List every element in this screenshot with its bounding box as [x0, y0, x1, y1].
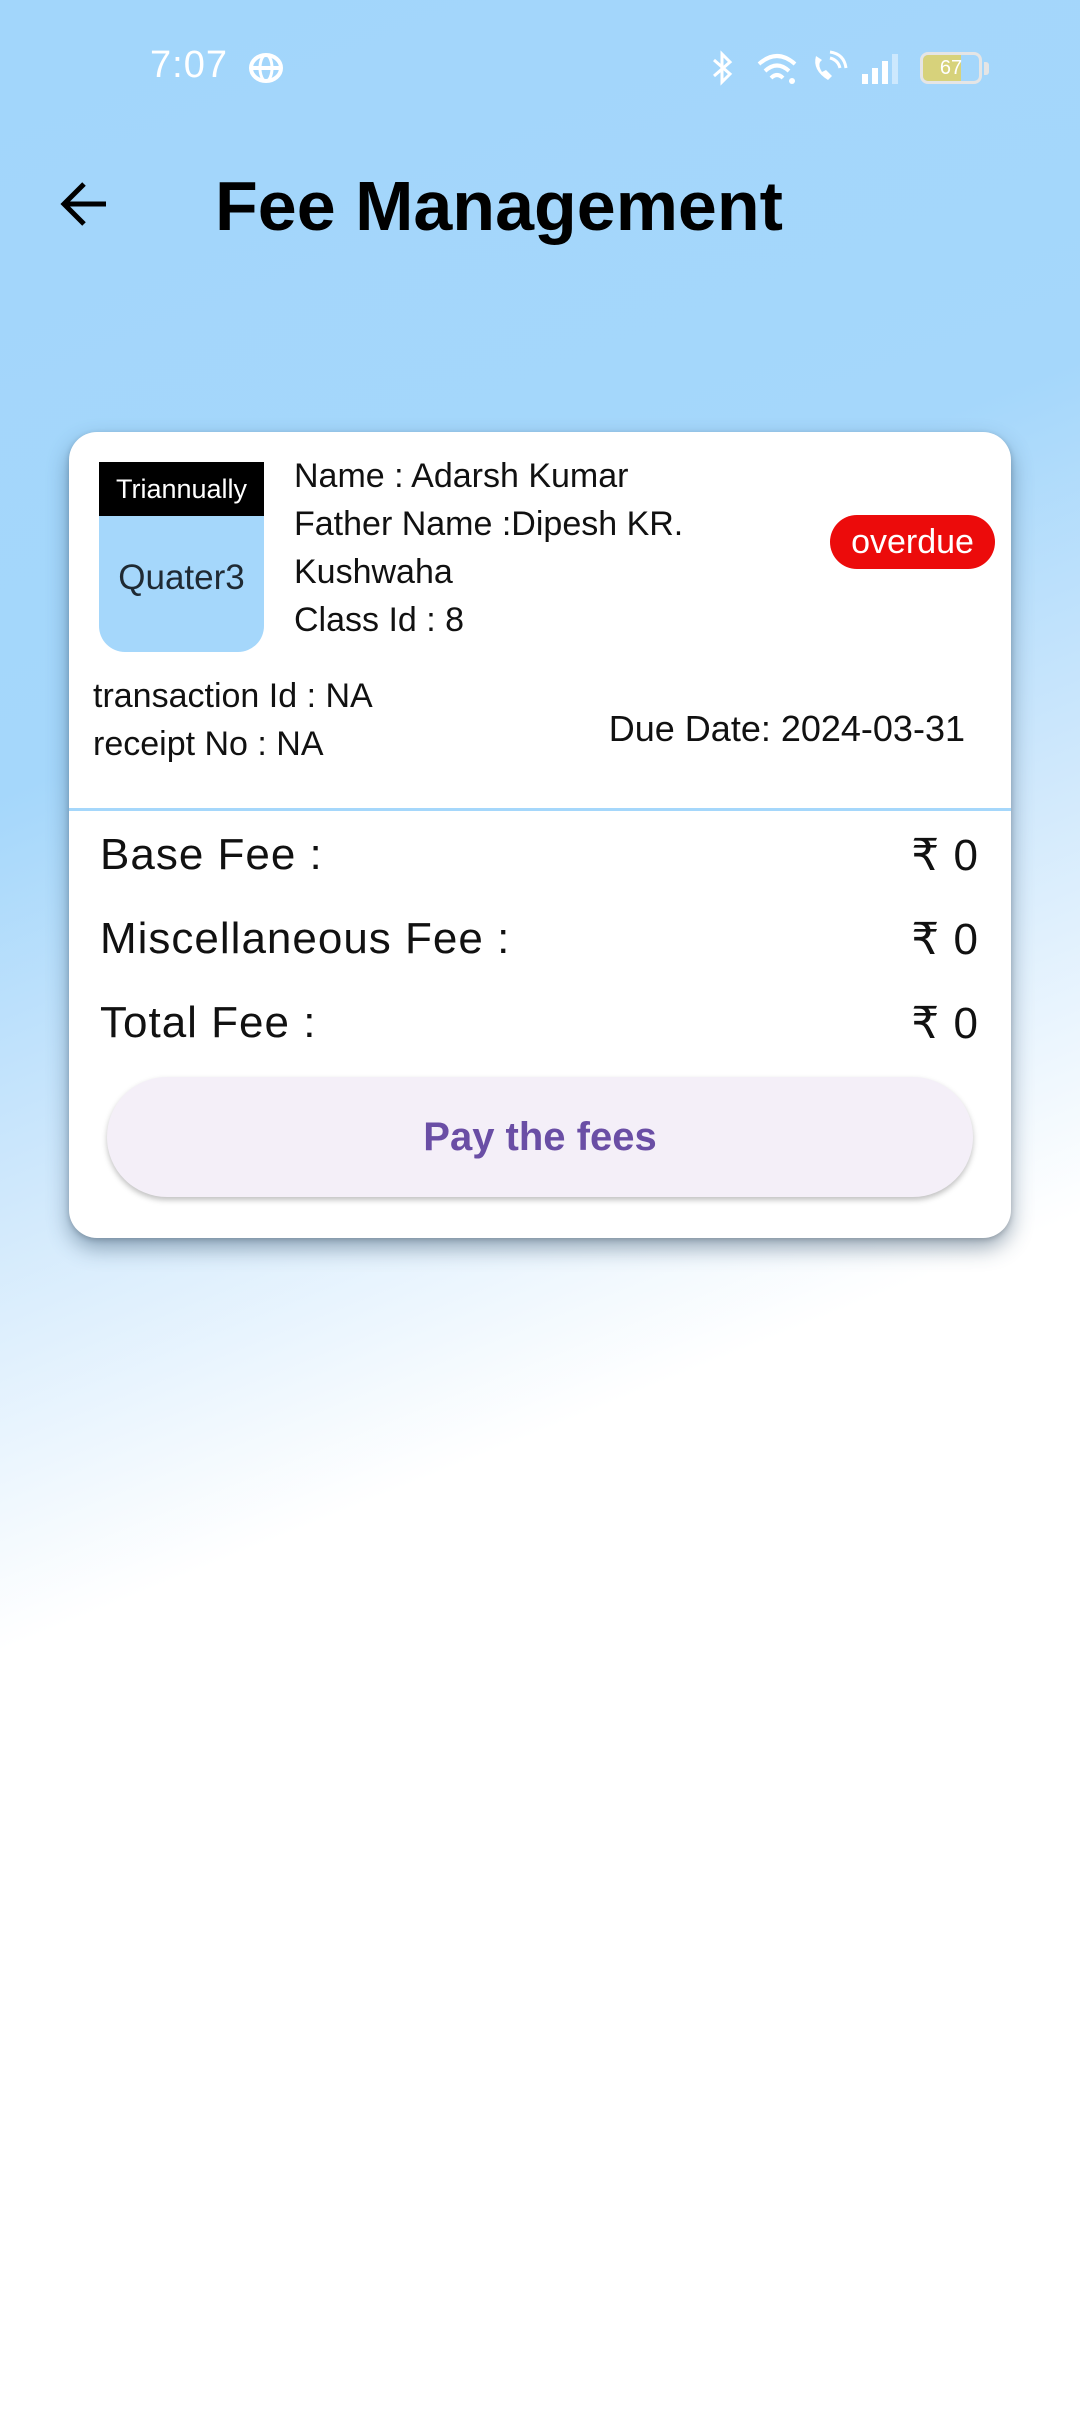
hotspot-icon — [244, 46, 288, 90]
wifi-calling-icon — [808, 46, 848, 90]
fee-value: ₹ 0 — [911, 915, 979, 964]
signal-icon — [858, 46, 902, 90]
fee-label: Miscellaneous Fee : — [100, 914, 511, 963]
plan-type-label: Triannually — [99, 462, 264, 516]
receipt-no: receipt No : NA — [93, 725, 324, 763]
fee-value: ₹ 0 — [911, 999, 979, 1048]
status-time: 7:07 — [150, 44, 228, 86]
pay-fees-button[interactable]: Pay the fees — [107, 1077, 973, 1197]
transaction-details: transaction Id : NA receipt No : NA — [93, 672, 373, 768]
battery-level: 67 — [939, 57, 963, 79]
student-info: Name : Adarsh Kumar Father Name :Dipesh … — [294, 452, 754, 644]
fee-value: ₹ 0 — [911, 831, 979, 880]
fee-label: Total Fee : — [100, 998, 317, 1047]
battery-tip — [984, 62, 989, 75]
battery-icon: 67 — [920, 52, 982, 84]
fee-row-base: Base Fee : ₹ 0 — [100, 830, 979, 890]
transaction-id: transaction Id : NA — [93, 677, 373, 715]
due-date: Due Date: 2024-03-31 — [608, 708, 965, 749]
fee-row-miscellaneous: Miscellaneous Fee : ₹ 0 — [100, 914, 979, 974]
fee-row-total: Total Fee : ₹ 0 — [100, 998, 979, 1058]
fee-card: Triannually Quater3 Name : Adarsh Kumar … — [69, 432, 1011, 1238]
class-id: Class Id : 8 — [294, 601, 465, 639]
status-bar: 7:07 67 — [0, 0, 1080, 140]
status-badge: overdue — [830, 515, 995, 569]
page-title: Fee Management — [215, 167, 783, 245]
arrow-left-icon — [60, 182, 106, 226]
fee-period-badge: Triannually Quater3 — [99, 462, 264, 652]
father-name: Father Name :Dipesh KR. — [294, 505, 684, 543]
wifi-icon — [754, 46, 800, 90]
father-name-continued: Kushwaha — [294, 553, 453, 591]
quarter-label: Quater3 — [118, 558, 245, 597]
student-name: Name : Adarsh Kumar — [294, 457, 629, 495]
back-button[interactable] — [48, 168, 120, 240]
bluetooth-icon — [704, 46, 740, 90]
fee-label: Base Fee : — [100, 830, 323, 879]
divider — [69, 808, 1011, 811]
